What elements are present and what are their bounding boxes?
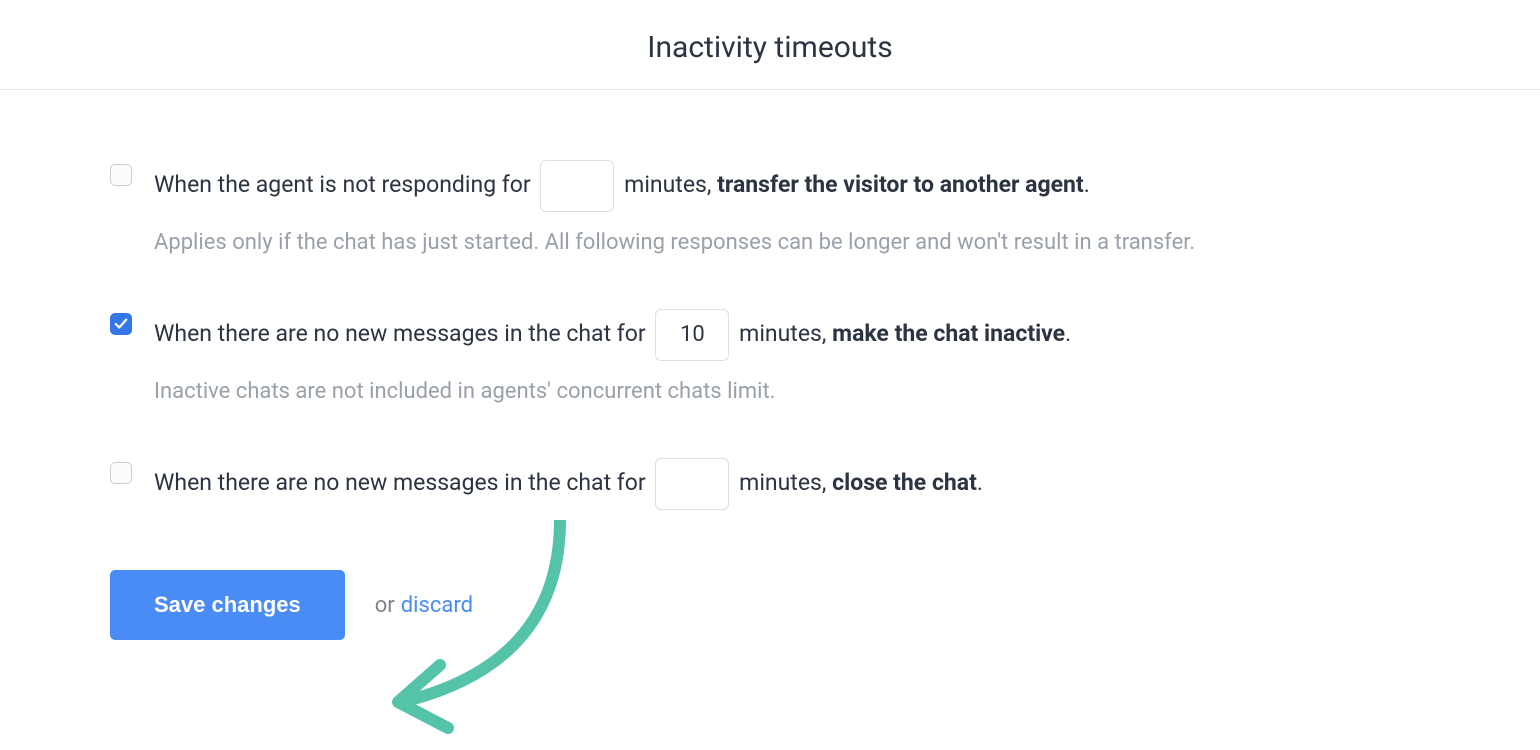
option-close: When there are no new messages in the ch… — [110, 458, 1430, 510]
option-text-pre: When the agent is not responding for — [154, 171, 531, 198]
option-subtext: Inactive chats are not included in agent… — [154, 375, 1430, 408]
option-text-mid: minutes, — [739, 320, 826, 347]
option-text-pre: When there are no new messages in the ch… — [154, 320, 646, 347]
option-text-bold: transfer the visitor to another agent — [717, 171, 1084, 198]
page-title: Inactivity timeouts — [0, 30, 1540, 65]
option-inactive: When there are no new messages in the ch… — [110, 309, 1430, 408]
save-button[interactable]: Save changes — [110, 570, 345, 640]
option-body: When there are no new messages in the ch… — [154, 458, 1430, 510]
checkbox-wrap — [110, 458, 154, 488]
close-minutes-input[interactable] — [655, 458, 729, 510]
checkbox-wrap — [110, 309, 154, 335]
transfer-checkbox[interactable] — [110, 164, 132, 186]
option-transfer: When the agent is not responding for min… — [110, 160, 1430, 259]
option-text-post: . — [1084, 171, 1090, 198]
discard-link[interactable]: discard — [401, 593, 473, 618]
form-actions: Save changes or discard — [110, 570, 1430, 640]
checkbox-wrap — [110, 160, 154, 190]
option-text-pre: When there are no new messages in the ch… — [154, 469, 646, 496]
option-subtext: Applies only if the chat has just starte… — [154, 226, 1430, 259]
or-text: or — [375, 593, 395, 618]
inactive-checkbox[interactable] — [110, 313, 132, 335]
close-checkbox[interactable] — [110, 462, 132, 484]
option-line: When there are no new messages in the ch… — [154, 458, 1430, 510]
option-line: When the agent is not responding for min… — [154, 160, 1430, 212]
option-body: When the agent is not responding for min… — [154, 160, 1430, 259]
inactive-minutes-input[interactable]: 10 — [655, 309, 729, 361]
option-line: When there are no new messages in the ch… — [154, 309, 1430, 361]
page-header: Inactivity timeouts — [0, 0, 1540, 90]
option-text-bold: make the chat inactive — [832, 320, 1065, 347]
option-body: When there are no new messages in the ch… — [154, 309, 1430, 408]
option-text-post: . — [977, 469, 983, 496]
transfer-minutes-input[interactable] — [540, 160, 614, 212]
option-text-mid: minutes, — [624, 171, 711, 198]
check-icon — [114, 317, 128, 331]
option-text-bold: close the chat — [832, 469, 977, 496]
settings-content: When the agent is not responding for min… — [0, 90, 1540, 700]
option-text-post: . — [1065, 320, 1071, 347]
option-text-mid: minutes, — [739, 469, 826, 496]
